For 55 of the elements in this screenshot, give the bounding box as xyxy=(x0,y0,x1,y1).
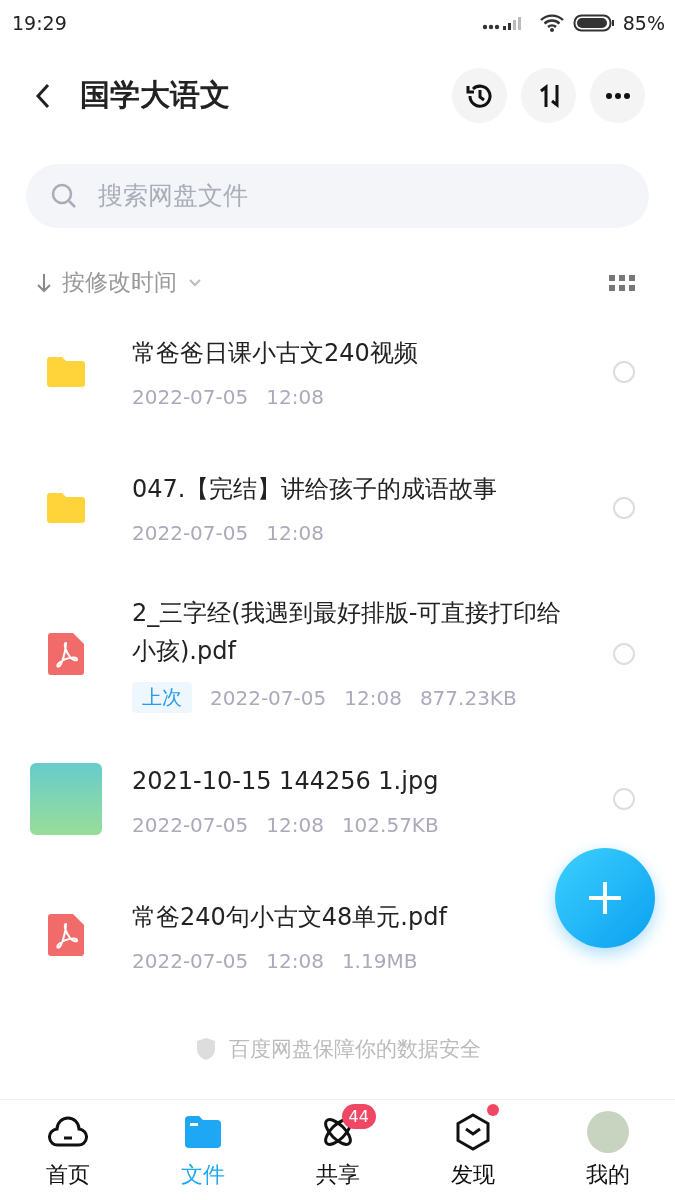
add-button[interactable] xyxy=(555,847,655,948)
file-time: 12:08 xyxy=(266,812,324,837)
file-size: 877.23KB xyxy=(419,685,517,710)
file-size: 1.19MB xyxy=(341,948,418,973)
select-radio[interactable] xyxy=(613,642,635,665)
file-time: 12:08 xyxy=(266,948,324,973)
file-time: 12:08 xyxy=(344,685,402,710)
chevron-down-icon xyxy=(187,276,203,289)
page-title: 国学大语文 xyxy=(80,76,231,115)
hexagon-clock-icon xyxy=(454,1113,491,1152)
file-row[interactable]: 常爸240句小古文48单元.pdf 2022-07-05 12:08 1.19MB xyxy=(0,871,675,1000)
file-time: 12:08 xyxy=(266,384,324,409)
recent-tag: 上次 xyxy=(132,682,192,714)
nav-tab[interactable]: 发现 xyxy=(405,1100,540,1200)
file-row[interactable]: 047.【完结】讲给孩子的成语故事 2022-07-05 12:08 xyxy=(0,443,675,572)
file-name: 常爸爸日课小古文240视频 xyxy=(132,338,419,370)
back-icon[interactable] xyxy=(34,81,52,110)
file-row[interactable]: 2_三字经(我遇到最好排版-可直接打印给小孩).pdf 上次 2022-07-05 12:08 877.23KB xyxy=(0,579,675,728)
cloud-icon xyxy=(47,1116,88,1149)
security-note: 百度网盘保障你的数据安全 xyxy=(228,1036,481,1064)
grid-view-icon[interactable] xyxy=(609,274,635,291)
notification-badge: 44 xyxy=(341,1104,376,1130)
file-size: 102.57KB xyxy=(341,812,439,837)
folder-icon xyxy=(45,490,87,525)
more-icon xyxy=(605,92,630,99)
folder-icon xyxy=(183,1115,222,1150)
file-name: 常爸240句小古文48单元.pdf xyxy=(132,902,449,934)
search-field[interactable]: 搜索网盘文件 xyxy=(26,163,649,228)
battery-level: 85% xyxy=(622,11,665,34)
wifi-icon xyxy=(538,12,565,33)
battery-icon xyxy=(572,12,615,33)
shield-icon xyxy=(194,1037,217,1062)
file-time: 12:08 xyxy=(266,520,324,545)
file-date: 2022-07-05 xyxy=(132,520,249,545)
file-name: 2_三字经(我遇到最好排版-可直接打印给小孩).pdf xyxy=(132,597,563,667)
select-radio[interactable] xyxy=(613,360,635,383)
avatar xyxy=(586,1111,629,1154)
file-date: 2022-07-05 xyxy=(132,948,249,973)
select-radio[interactable] xyxy=(613,788,635,811)
down-arrow-icon xyxy=(36,271,52,294)
status-time: 19:29 xyxy=(12,11,67,34)
file-name: 2021-10-15 144256 1.jpg xyxy=(132,766,440,798)
file-date: 2022-07-05 xyxy=(132,384,249,409)
nav-tab[interactable]: 44 共享 xyxy=(270,1100,405,1200)
file-date: 2022-07-05 xyxy=(132,812,249,837)
file-date: 2022-07-05 xyxy=(210,685,327,710)
nav-tab[interactable]: 首页 xyxy=(0,1100,135,1200)
file-row[interactable]: 2021-10-15 144256 1.jpg 2022-07-05 12:08 102.57KB xyxy=(0,735,675,864)
pdf-icon xyxy=(48,914,84,957)
file-name: 047.【完结】讲给孩子的成语故事 xyxy=(132,474,499,506)
pdf-icon xyxy=(48,632,84,675)
nav-tab[interactable]: 我的 xyxy=(540,1100,675,1200)
file-row[interactable]: 常爸爸日课小古文240视频 2022-07-05 12:08 xyxy=(0,307,675,436)
select-radio[interactable] xyxy=(613,496,635,519)
folder-icon xyxy=(45,354,87,389)
